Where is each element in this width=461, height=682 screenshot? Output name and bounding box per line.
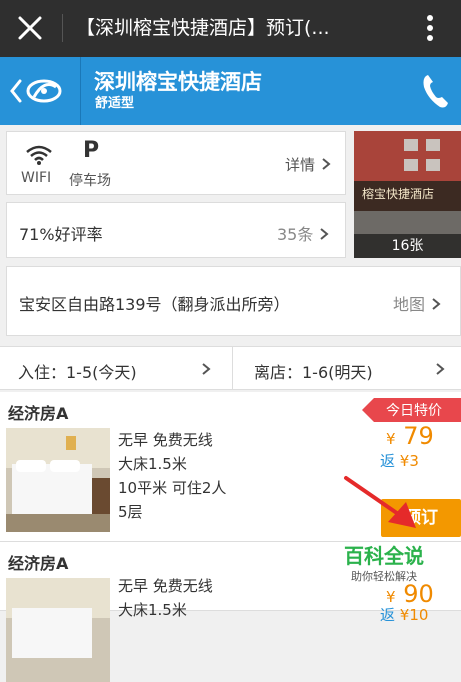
room-name: 经济房A [8,554,69,573]
cashback-value: ¥10 [399,606,429,624]
chevron-right-icon [320,228,330,240]
parking-icon: P [83,138,100,163]
reviews-count: 35条 [277,221,330,245]
promo-label: 今日特价 [386,403,442,419]
map-label: 地图 [393,295,426,314]
top-bar: 【深圳榕宝快捷酒店】预订(... [0,0,461,57]
reviews-label: 35条 [277,225,314,244]
cashback-prefix: 返 [380,606,396,624]
room-feature: 大床1.5米 [118,601,187,619]
bed-image [6,578,110,682]
details-label: 详情 [285,156,316,174]
rating-text: 71%好评率 [19,225,103,244]
currency-symbol: ¥ [386,430,396,448]
back-logo-icon[interactable] [0,57,80,125]
room-name: 经济房A [8,404,69,423]
room-feature: 10平米 可住2人 [118,479,227,497]
checkin-selector[interactable]: 入住：1-5(今天) [18,359,137,383]
map-link[interactable]: 地图 [393,291,442,315]
cashback: 返 ¥10 [380,604,428,625]
divider [232,347,233,389]
chevron-right-icon [202,363,211,375]
room-image [6,428,110,532]
phone-icon[interactable] [418,71,452,111]
close-icon[interactable] [14,12,46,44]
parking-label: 停车场 [69,173,111,189]
room-feature: 5层 [118,503,143,521]
room-price: ¥ 79 [386,422,434,450]
room-feature: 无早 免费无线 [118,431,213,449]
chevron-right-icon [436,363,445,375]
page-title: 【深圳榕宝快捷酒店】预订(... [76,17,330,39]
chevron-right-icon [322,158,331,170]
chevron-right-icon [432,298,441,310]
hotel-name: 深圳榕宝快捷酒店 [94,70,262,94]
dates-bar: 入住：1-5(今天) 离店：1-6(明天) [0,346,461,390]
rating-card[interactable]: 71%好评率 35条 [6,202,346,258]
annotation-arrow-icon [344,476,416,528]
wifi-label: WIFI [21,170,52,186]
checkout-label: 离店：1-6(明天) [254,363,373,382]
wifi-icon [26,145,52,165]
watermark-title: 百科全说 [344,544,424,568]
watermark: 百科全说 助你轻松解决 [334,540,434,586]
watermark-subtitle: 助你轻松解决 [351,570,417,583]
hotel-type: 舒适型 [95,96,135,111]
divider [62,14,63,42]
bed-image [6,428,110,532]
details-link[interactable]: 详情 [285,154,332,175]
photo-count: 16张 [354,234,461,258]
price-value: 79 [403,422,434,450]
hotel-header: 深圳榕宝快捷酒店 舒适型 [0,57,461,125]
address-text: 宝安区自由路139号（翻身派出所旁） [19,295,290,314]
address-card[interactable]: 宝安区自由路139号（翻身派出所旁） 地图 [6,266,461,336]
room-feature: 大床1.5米 [118,455,187,473]
more-icon[interactable] [424,12,436,44]
hotel-photo[interactable]: 榕宝快捷酒店 16张 [354,131,461,258]
hotel-sign: 榕宝快捷酒店 [362,187,435,201]
room-image [6,578,110,682]
checkout-selector[interactable]: 离店：1-6(明天) [254,359,373,383]
checkin-label: 入住：1-5(今天) [18,363,137,382]
amenities-card[interactable]: WIFI P 停车场 详情 [6,131,346,195]
room-feature: 无早 免费无线 [118,577,213,595]
divider [80,57,81,125]
